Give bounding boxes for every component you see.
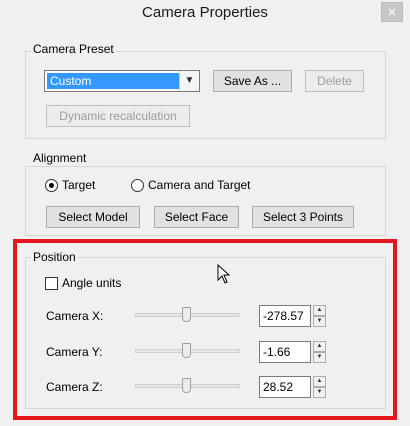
camera-and-target-radio[interactable] bbox=[131, 179, 144, 192]
target-radio[interactable] bbox=[45, 179, 58, 192]
select-model-button[interactable]: Select Model bbox=[46, 206, 140, 228]
save-as-button[interactable]: Save As ... bbox=[213, 70, 292, 92]
chevron-down-icon[interactable]: ▼ bbox=[179, 71, 199, 91]
select-face-button[interactable]: Select Face bbox=[154, 206, 239, 228]
mouse-pointer-icon bbox=[217, 264, 231, 284]
alignment-group-label: Alignment bbox=[31, 151, 89, 165]
close-button[interactable]: × bbox=[381, 2, 403, 22]
preset-dropdown[interactable]: Custom ▼ bbox=[44, 70, 200, 92]
preset-dropdown-value: Custom bbox=[47, 73, 179, 89]
window-title: Camera Properties bbox=[142, 4, 268, 21]
select-3-points-button[interactable]: Select 3 Points bbox=[252, 206, 354, 228]
dynamic-recalculation-button[interactable]: Dynamic recalculation bbox=[46, 105, 190, 127]
delete-button[interactable]: Delete bbox=[305, 70, 364, 92]
title-bar: Camera Properties × bbox=[0, 0, 410, 27]
highlight-box bbox=[13, 239, 397, 420]
target-radio-label[interactable]: Target bbox=[62, 178, 95, 192]
camera-preset-group-label: Camera Preset bbox=[31, 42, 116, 56]
camera-and-target-radio-label[interactable]: Camera and Target bbox=[148, 178, 251, 192]
